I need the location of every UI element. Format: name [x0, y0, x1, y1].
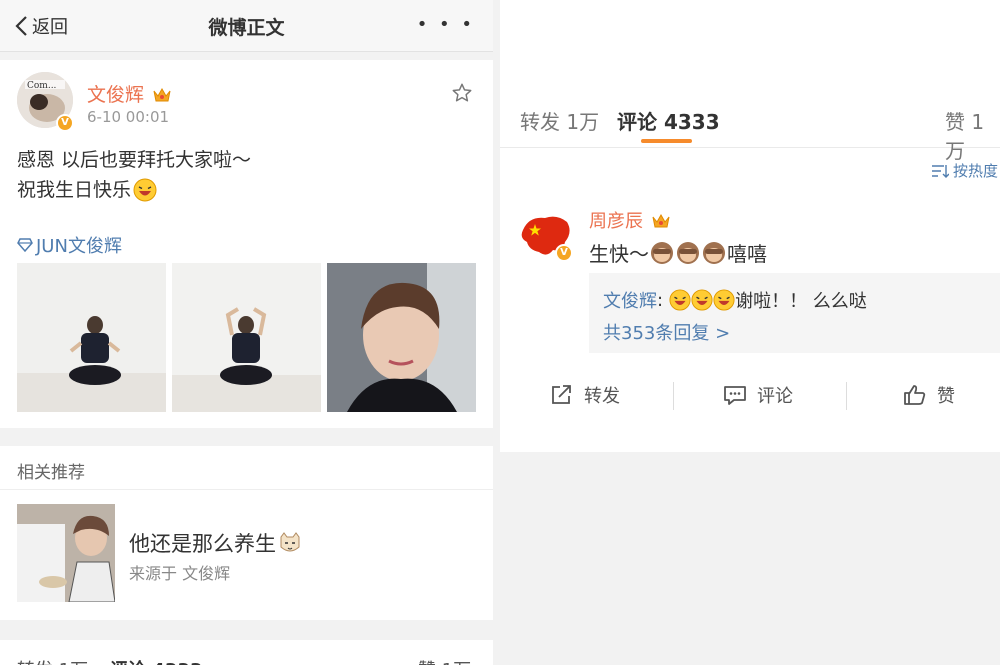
- post-text-line-2-text: 祝我生日快乐: [17, 179, 132, 201]
- screenshot: 返回 微博正文 • • • Com... V 文俊辉 6-10 00:01 感恩…: [0, 0, 1000, 665]
- related-item[interactable]: 他还是那么养生 来源于 文俊辉: [0, 490, 493, 620]
- more-button[interactable]: • • •: [417, 14, 475, 35]
- repost-button[interactable]: 转发: [550, 382, 620, 408]
- like-button[interactable]: 赞: [903, 382, 955, 408]
- tab-repost[interactable]: 转发 1万: [520, 106, 599, 135]
- reply-preview[interactable]: 文俊辉 : 谢啦！！ 么么哒 共353条回复 >: [589, 273, 1000, 353]
- sort-label: 按热度: [952, 162, 998, 180]
- post-card: Com... V 文俊辉 6-10 00:01 感恩 以后也要拜托大家啦～ 祝我…: [0, 60, 493, 428]
- laughing-emoji-icon: [133, 178, 157, 202]
- avatar-text: Com...: [27, 81, 57, 91]
- laughing-emoji-icon-r3: [713, 289, 735, 311]
- laughing-emoji-icon-r2: [691, 289, 713, 311]
- related-thumbnail: [17, 504, 115, 602]
- tab-like[interactable]: 赞 1万: [945, 106, 1000, 164]
- commenter-verified-badge-icon: V: [555, 244, 573, 262]
- comments-panel-footer-space: [500, 452, 1000, 665]
- commenter-name[interactable]: 周彦辰: [589, 207, 670, 233]
- comment-button[interactable]: 评论: [723, 382, 793, 408]
- left-tab-bar-partial: 转发 1万 评论 4333 赞 1万: [0, 640, 493, 665]
- photo-image-1: [17, 263, 166, 412]
- commenter-vip-crown-icon: [652, 213, 670, 228]
- cat-emoji-icon: [280, 532, 300, 552]
- topic-text: JUN文俊辉: [36, 236, 122, 257]
- repost-label: 转发: [584, 386, 620, 407]
- comments-panel: 转发 1万 评论 4333 赞 1万 按热度 V 周彦辰 生快～ 嘻嘻 文俊辉 …: [500, 0, 1000, 452]
- left-tab-like[interactable]: 赞 1万: [418, 656, 471, 665]
- share-icon: [552, 385, 571, 404]
- thumbs-up-icon: [904, 385, 926, 405]
- related-heading: 相关推荐: [17, 463, 85, 483]
- vip-crown-icon: [153, 87, 171, 102]
- related-title-text: 他还是那么养生: [129, 532, 276, 556]
- monkey-emoji-icon-2: [677, 241, 699, 264]
- comment-text-suffix: 嘻嘻: [727, 242, 767, 266]
- comment-text-prefix: 生快～: [589, 242, 649, 266]
- post-photo-2[interactable]: [172, 263, 321, 412]
- reply-separator: :: [657, 289, 664, 311]
- post-detail-panel: 返回 微博正文 • • • Com... V 文俊辉 6-10 00:01 感恩…: [0, 0, 493, 665]
- photo-image-3: [327, 263, 476, 412]
- comment-text: 生快～ 嘻嘻: [589, 238, 767, 267]
- post-photo-1[interactable]: [17, 263, 166, 412]
- verified-badge-icon: V: [56, 114, 74, 132]
- author-name[interactable]: 文俊辉: [87, 80, 171, 107]
- comment-action-bar: 转发 评论 赞: [500, 372, 1000, 422]
- comment-label: 评论: [757, 386, 793, 407]
- photo-image-2: [172, 263, 321, 412]
- sort-by-hot-button[interactable]: 按热度: [931, 160, 998, 181]
- post-body: 感恩 以后也要拜托大家啦～ 祝我生日快乐: [17, 145, 251, 205]
- tab-comment[interactable]: 评论 4333: [617, 106, 720, 135]
- commenter-name-text: 周彦辰: [589, 211, 643, 232]
- navigation-bar: 返回 微博正文 • • •: [0, 0, 493, 52]
- related-thumbnail-image: [17, 504, 115, 602]
- left-tab-repost[interactable]: 转发 1万: [17, 656, 88, 665]
- action-divider-1: [673, 382, 674, 410]
- left-tab-comment[interactable]: 评论 4333: [110, 656, 202, 665]
- monkey-emoji-icon-3: [703, 241, 725, 264]
- post-text-line-1: 感恩 以后也要拜托大家啦～: [17, 149, 252, 171]
- post-time: 6-10 00:01: [87, 108, 170, 126]
- favorite-star-icon[interactable]: [451, 82, 473, 104]
- comment-icon: [724, 386, 746, 405]
- related-section-header: 相关推荐: [0, 446, 493, 490]
- reply-text: 谢啦！！ 么么哒: [735, 291, 867, 312]
- like-label: 赞: [937, 386, 955, 407]
- monkey-emoji-icon: [651, 241, 673, 264]
- laughing-emoji-icon-r1: [669, 289, 691, 311]
- reply-line: 文俊辉 : 谢啦！！ 么么哒: [603, 287, 867, 313]
- diamond-icon: [17, 238, 33, 252]
- sort-icon: [931, 164, 949, 178]
- post-text-line-2: 祝我生日快乐: [17, 175, 251, 205]
- active-tab-indicator: [641, 139, 692, 143]
- related-source: 来源于 文俊辉: [129, 564, 231, 583]
- topic-link[interactable]: JUN文俊辉: [17, 232, 122, 258]
- interaction-tab-bar: 转发 1万 评论 4333 赞 1万: [500, 70, 1000, 163]
- author-name-text: 文俊辉: [87, 84, 145, 106]
- reply-author[interactable]: 文俊辉: [603, 287, 657, 313]
- action-divider-2: [846, 382, 847, 410]
- related-title: 他还是那么养生: [129, 528, 302, 558]
- more-replies-link[interactable]: 共353条回复 >: [603, 319, 730, 345]
- post-photo-3[interactable]: [327, 263, 476, 412]
